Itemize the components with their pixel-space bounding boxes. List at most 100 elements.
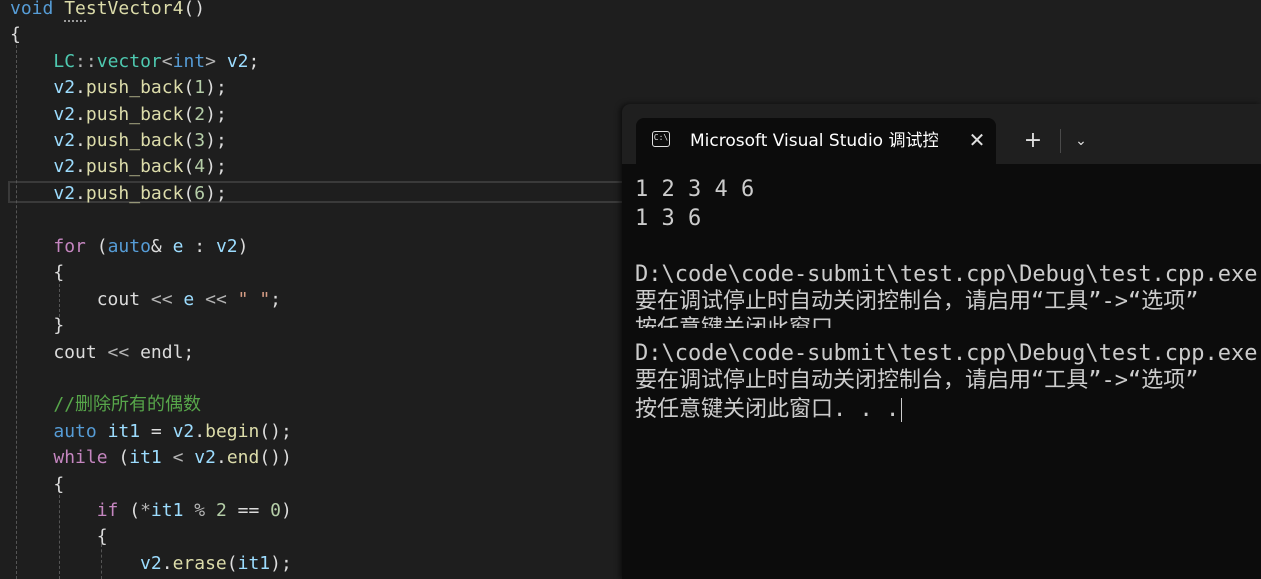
code-token: ( <box>183 183 195 204</box>
code-token: TestVector4 <box>64 0 184 19</box>
code-token: auto <box>53 421 97 442</box>
code-token: e <box>183 289 195 310</box>
code-token: << <box>150 289 173 310</box>
tab-divider <box>1060 129 1061 153</box>
code-token: * <box>140 500 151 521</box>
code-token: % <box>194 500 206 521</box>
prompt-text: 按任意键关闭此窗口. . . <box>635 397 900 422</box>
code-token: :: <box>75 51 97 72</box>
code-line: cout << e << " "; <box>10 287 281 313</box>
code-token: v2 <box>53 104 76 125</box>
code-token: v2 <box>226 51 249 72</box>
code-token: begin <box>205 421 260 442</box>
code-token: cout <box>10 289 151 310</box>
code-token: << <box>107 342 130 363</box>
code-token: . <box>215 447 227 468</box>
code-token: ()) <box>259 447 292 468</box>
code-token: ( <box>118 500 141 521</box>
output-line-prompt: 按任意键关闭此窗口. . . <box>635 396 903 424</box>
code-token: { <box>10 24 21 45</box>
code-token: //删除所有的偶数 <box>53 394 202 415</box>
code-token: . <box>161 553 173 574</box>
output-line: 按任意键关闭此窗口. . . <box>635 315 899 328</box>
code-line: cout << endl; <box>10 340 194 366</box>
code-token: push_back <box>85 183 184 204</box>
code-line: if (*it1 % 2 == 0) <box>10 498 292 524</box>
close-tab-button[interactable]: ✕ <box>964 127 990 153</box>
code-line: v2.erase(it1); <box>10 551 292 577</box>
code-token: << <box>205 289 227 310</box>
output-line: D:\code\code-submit\test.cpp\Debug\test.… <box>635 341 1258 366</box>
code-token: end <box>226 447 260 468</box>
code-token: endl; <box>129 342 195 363</box>
code-token: ); <box>205 183 227 204</box>
code-token: { <box>10 474 65 495</box>
code-token: == <box>226 500 271 521</box>
code-token: . <box>194 421 206 442</box>
code-token: vector <box>96 51 162 72</box>
code-token: ( <box>85 236 108 257</box>
code-token: ( <box>226 553 238 574</box>
code-line: { <box>10 260 64 286</box>
code-line: LC::vector<int> v2; <box>10 49 259 75</box>
code-token: it1 <box>129 447 162 468</box>
code-token: : <box>183 236 216 257</box>
debug-console-window[interactable]: C:\ Microsoft Visual Studio 调试控制台 ✕ + ⌄ … <box>622 104 1261 579</box>
code-token: ); <box>270 553 292 574</box>
code-token: ( <box>183 156 195 177</box>
output-line: D:\code\code-submit\test.cpp\Debug\test.… <box>635 262 1258 287</box>
code-token: & <box>150 236 173 257</box>
chevron-down-icon[interactable]: ⌄ <box>1066 126 1096 156</box>
code-token: it1 <box>237 553 271 574</box>
code-line: while (it1 < v2.end()) <box>10 445 292 471</box>
code-token: . <box>75 183 86 204</box>
code-token: ) <box>237 236 249 257</box>
code-line: v2.push_back(2); <box>10 102 226 128</box>
code-token: push_back <box>85 104 184 125</box>
console-icon: C:\ <box>652 131 670 147</box>
code-line: v2.push_back(3); <box>10 128 226 154</box>
code-token: void <box>10 0 54 19</box>
text-cursor <box>901 398 903 422</box>
code-token: push_back <box>85 77 184 98</box>
code-token: . <box>75 104 86 125</box>
code-token: 3 <box>194 130 206 151</box>
console-output-previous: 1 2 3 4 6 1 3 6 D:\code\code-submit\test… <box>622 164 1261 328</box>
code-token: { <box>10 526 108 547</box>
code-token: v2 <box>194 447 216 468</box>
code-line: v2.push_back(6); <box>10 181 227 207</box>
code-token: v2 <box>53 156 76 177</box>
code-token: for <box>53 236 86 257</box>
code-token: ; <box>248 51 260 72</box>
code-token: . <box>75 130 86 151</box>
terminal-tab-bar: C:\ Microsoft Visual Studio 调试控制台 ✕ + ⌄ <box>622 104 1261 164</box>
code-token: } <box>10 315 65 336</box>
terminal-tab[interactable]: C:\ Microsoft Visual Studio 调试控制台 ✕ <box>636 118 996 164</box>
code-token: 2 <box>215 500 227 521</box>
new-tab-button[interactable]: + <box>1018 126 1048 156</box>
code-token: v2 <box>140 553 162 574</box>
code-token: push_back <box>85 130 184 151</box>
code-token: ( <box>183 77 195 98</box>
code-token: LC <box>53 51 76 72</box>
code-token: ( <box>107 447 130 468</box>
output-line: 1 3 6 <box>635 206 702 231</box>
code-line: v2.push_back(1); <box>10 75 226 101</box>
code-token: v2 <box>53 183 76 204</box>
code-token: 2 <box>194 104 206 125</box>
code-token: cout <box>10 342 108 363</box>
